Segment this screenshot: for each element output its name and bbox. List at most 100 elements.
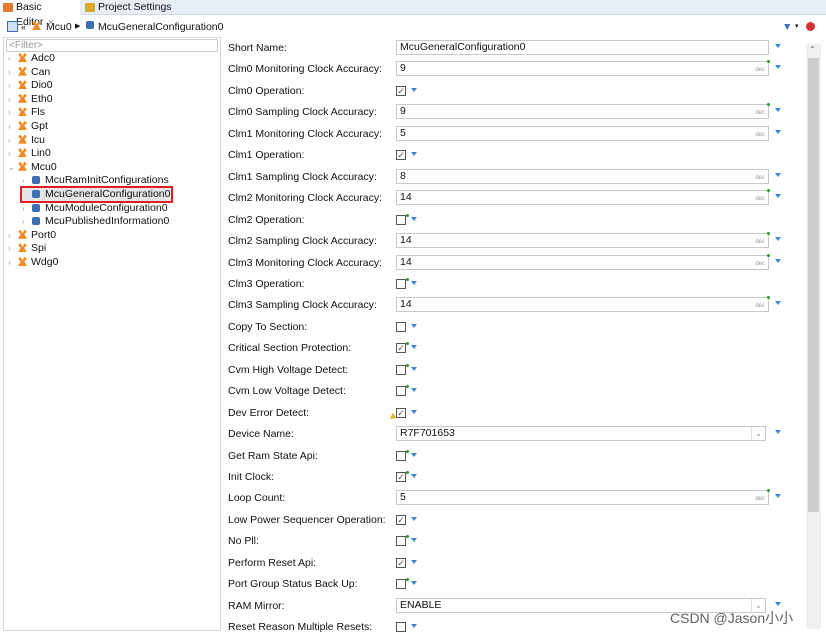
scroll-up-icon[interactable]: ⌃ [809,45,816,54]
property-checkbox[interactable] [396,386,406,397]
chevron-down-icon[interactable]: ⌄ [8,161,18,174]
property-checkbox[interactable] [396,579,406,590]
tree-item[interactable]: ⌄ Mcu0 [8,161,57,174]
tree-item[interactable]: › Fls [8,106,45,119]
tree-item[interactable]: › Wdg0 [8,256,58,269]
stop-icon[interactable] [806,22,815,31]
dropdown-arrow-icon[interactable] [411,152,417,157]
dropdown-arrow-icon[interactable] [775,494,781,499]
dropdown-arrow-icon[interactable] [775,601,781,606]
tab-project-settings[interactable]: Project Settings [82,0,172,15]
property-checkbox[interactable] [396,278,406,289]
dropdown-arrow-icon[interactable] [775,172,781,177]
property-checkbox[interactable] [396,321,406,332]
dropdown-arrow-icon[interactable] [411,280,417,285]
chevron-right-icon[interactable]: › [22,174,32,187]
menu-icon[interactable]: ▾ [795,17,799,37]
dropdown-arrow-icon[interactable] [411,216,417,221]
chevron-right-icon[interactable]: › [8,79,18,92]
back-icon[interactable]: « [21,17,26,37]
chevron-down-icon[interactable]: ⌄ [751,427,765,441]
property-input[interactable]: McuGeneralConfiguration0 [396,40,769,55]
dropdown-arrow-icon[interactable] [411,624,417,629]
dropdown-arrow-icon[interactable] [411,452,417,457]
dropdown-arrow-icon[interactable] [775,301,781,306]
tree-item[interactable]: › Icu [8,134,45,147]
property-checkbox[interactable]: ✓ [396,514,406,525]
chevron-right-icon[interactable]: › [8,242,18,255]
tree-item[interactable]: › Gpt [8,120,48,133]
dropdown-arrow-icon[interactable] [775,44,781,48]
dropdown-arrow-icon[interactable] [411,581,417,586]
property-input[interactable]: 5 dec [396,125,769,141]
dropdown-arrow-icon[interactable] [411,516,417,521]
property-checkbox[interactable]: ✓ [396,407,406,418]
property-input[interactable]: 14 dec [396,190,769,206]
chevron-right-icon[interactable]: › [8,229,18,242]
tree-item[interactable]: › McuModuleConfiguration0 [22,202,168,215]
chevron-right-icon[interactable]: › [8,106,18,119]
dropdown-arrow-icon[interactable] [775,108,781,113]
chevron-right-icon[interactable]: › [22,202,32,215]
property-checkbox[interactable] [396,622,406,633]
property-input[interactable]: 5 dec [396,490,769,506]
property-input[interactable]: 14 dec [396,233,769,249]
breadcrumb-mcu0[interactable]: Mcu0 [46,17,72,37]
dropdown-arrow-icon[interactable] [411,559,417,564]
chevron-right-icon[interactable]: › [8,147,18,160]
dropdown-arrow-icon[interactable] [411,538,417,543]
tree-item[interactable]: › McuPublishedInformation0 [22,215,169,228]
tree-item[interactable]: › Dio0 [8,79,53,92]
property-checkbox[interactable] [396,450,406,461]
property-checkbox[interactable]: ✓ [396,150,406,161]
filter-input[interactable]: <Filter> [6,39,218,52]
property-checkbox[interactable]: ✓ [396,557,406,568]
property-input[interactable]: 8 dec [396,168,769,184]
chevron-right-icon[interactable]: › [8,52,18,65]
property-checkbox[interactable]: ✓ [396,343,406,354]
property-select[interactable]: R7F701653 ⌄ [396,426,766,442]
tree-item[interactable]: › Eth0 [8,93,53,106]
dropdown-arrow-icon[interactable] [775,258,781,263]
dropdown-arrow-icon[interactable] [411,345,417,350]
chevron-right-icon[interactable]: › [8,134,18,147]
property-checkbox[interactable]: ✓ [396,85,406,96]
dropdown-arrow-icon[interactable] [775,194,781,199]
chevron-right-icon[interactable]: › [8,66,18,79]
tree-item[interactable]: › Lin0 [8,147,51,160]
dropdown-arrow-icon[interactable] [775,237,781,242]
property-input[interactable]: 9 dec [396,104,769,120]
tab-basic-editor[interactable]: Basic Editor ✕ [0,0,80,28]
dropdown-arrow-icon[interactable] [411,323,417,328]
chevron-right-icon[interactable]: › [8,120,18,133]
property-input[interactable]: 9 dec [396,61,769,77]
tree-item[interactable]: › Adc0 [8,52,55,65]
scrollbar-thumb[interactable] [808,58,819,512]
tree-item[interactable]: › Port0 [8,229,56,242]
dropdown-arrow-icon[interactable] [775,430,781,435]
tree-item[interactable]: › McuRamInitConfigurations [22,174,169,187]
dropdown-arrow-icon[interactable] [411,87,417,92]
vertical-scrollbar[interactable]: ⌃ [806,44,821,629]
dropdown-arrow-icon[interactable] [411,409,417,414]
tree-item[interactable]: › Spi [8,242,46,255]
chevron-right-icon[interactable]: › [8,93,18,106]
tree-item[interactable]: › Can [8,66,50,79]
breadcrumb-current[interactable]: McuGeneralConfiguration0 [98,17,224,37]
dropdown-arrow-icon[interactable] [775,129,781,134]
property-checkbox[interactable] [396,536,406,547]
dropdown-arrow-icon[interactable] [411,388,417,393]
dropdown-arrow-icon[interactable] [411,366,417,371]
chevron-right-icon[interactable]: › [8,256,18,269]
property-checkbox[interactable] [396,214,406,225]
filter-icon[interactable]: ▼ [782,17,792,37]
dropdown-arrow-icon[interactable] [411,474,417,478]
property-checkbox[interactable] [396,364,406,375]
tree-item[interactable]: McuGeneralConfiguration0 [20,186,173,203]
property-checkbox[interactable]: ✓ [396,472,406,482]
layout-toggle-icon[interactable] [7,21,18,32]
chevron-right-icon[interactable]: › [22,215,32,228]
property-input[interactable]: 14 dec [396,254,769,270]
property-input[interactable]: 14 dec [396,297,769,313]
dropdown-arrow-icon[interactable] [775,65,781,70]
